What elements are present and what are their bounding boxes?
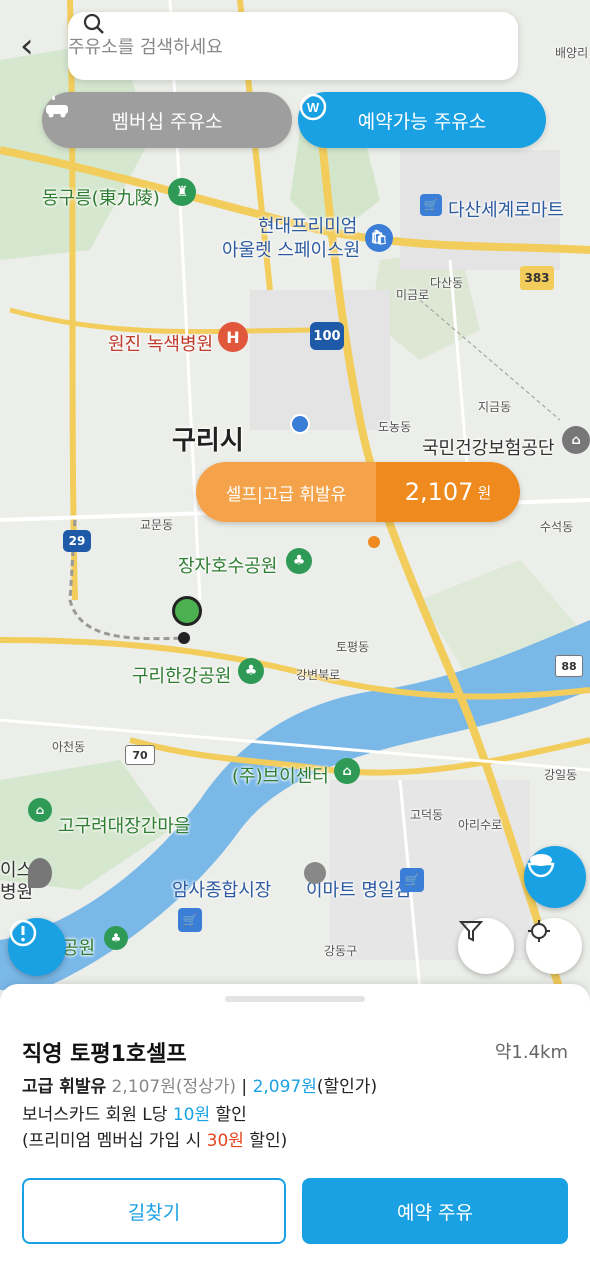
location-target-icon[interactable] xyxy=(526,918,582,974)
map-label-goguryeo: 고구려대장간마을 xyxy=(58,816,191,837)
map-label-godeok: 고덕동 xyxy=(410,808,444,822)
discount-price: 2,097원 xyxy=(252,1077,317,1097)
park-icon: ♣ xyxy=(286,548,312,574)
cart-icon: 🛒 xyxy=(420,194,442,216)
price-separator: | xyxy=(236,1077,253,1097)
price-bubble-fuel: 셀프|고급 휘발유 xyxy=(196,462,376,522)
reservation-icon: W xyxy=(299,93,327,121)
price-bubble[interactable]: 셀프|고급 휘발유 2,107 원 xyxy=(196,462,520,522)
map-label-nhis: 국민건강보험공단 xyxy=(422,438,555,459)
map-label-bcenter: (주)브이센터 xyxy=(232,766,329,787)
map-label-hyundai-1: 현대프리미엄 xyxy=(258,216,358,237)
map-label-dono: 도농동 xyxy=(378,420,412,434)
map-label-migeum: 미금로 xyxy=(396,288,430,302)
bonus-line: 보너스카드 회원 L당 10원 할인 xyxy=(22,1100,247,1125)
map-label-dasan-dong: 다산동 xyxy=(430,276,464,290)
bonus-suffix: 할인 xyxy=(210,1105,247,1125)
price-bubble-unit: 원 xyxy=(477,483,492,502)
end-marker xyxy=(178,632,190,644)
map-label-topyeong: 토평동 xyxy=(336,640,370,654)
building-icon: ⌂ xyxy=(562,426,590,454)
map-label-dasan-mart: 다산세계로마트 xyxy=(448,200,564,221)
park-icon-3: ♣ xyxy=(104,926,128,950)
map-pin-icon xyxy=(28,858,52,888)
premium-line: (프리미엄 멤버십 가입 시 30원 할인) xyxy=(22,1126,287,1151)
road-sign-70: 70 xyxy=(125,745,155,765)
map-view[interactable]: 383 100 29 70 88 동구릉(東九陵) ♜ 현대프리미엄 아울렛 스… xyxy=(0,0,590,990)
bonus-amount: 10원 xyxy=(172,1105,211,1125)
map-label-gyomun: 교문동 xyxy=(140,518,174,532)
map-label-donggureung: 동구릉(東九陵) xyxy=(42,188,160,209)
park-icon-2: ♣ xyxy=(238,658,264,684)
station-detail-sheet[interactable]: 직영 토평1호셀프 약1.4km 고급 휘발유 2,107원(정상가) | 2,… xyxy=(0,984,590,1280)
premium-prefix: (프리미엄 멤버십 가입 시 xyxy=(22,1131,207,1151)
filter-icon[interactable] xyxy=(458,918,514,974)
road-sign-29: 29 xyxy=(63,530,91,552)
map-label-hyundai-2: 아울렛 스페이스원 xyxy=(222,240,361,261)
map-label-baeyang: 배양리 xyxy=(555,46,589,60)
price-bubble-price: 2,107 원 xyxy=(376,462,520,522)
map-label-gangil: 강일동 xyxy=(544,768,578,782)
station-marker-dot[interactable] xyxy=(368,536,380,548)
regular-price: 2,107원(정상가) xyxy=(111,1077,237,1097)
shopping-icon: 🛍 xyxy=(365,224,393,252)
premium-amount: 30원 xyxy=(206,1131,244,1151)
fuel-type: 고급 휘발유 xyxy=(22,1077,107,1097)
station-name: 직영 토평1호셀프 xyxy=(22,1042,187,1067)
building-icon-2: ⌂ xyxy=(334,758,360,784)
map-label-sukseok: 수석동 xyxy=(540,520,574,534)
car-wash-icon xyxy=(46,95,68,118)
premium-suffix: 할인) xyxy=(243,1131,288,1151)
price-line: 고급 휘발유 2,107원(정상가) | 2,097원(할인가) xyxy=(22,1072,377,1097)
reserve-fuel-button[interactable]: 예약 주유 xyxy=(302,1178,568,1244)
member-chip-label: 멤버십 주유소 xyxy=(111,110,223,133)
map-label-jangja-park: 장자호수공원 xyxy=(178,556,278,577)
museum-icon: ⌂ xyxy=(28,798,52,822)
price-bubble-amount: 2,107 xyxy=(404,478,474,506)
road-sign-100: 100 xyxy=(310,322,344,350)
cart-icon-3: 🛒 xyxy=(178,908,202,932)
search-icon xyxy=(83,13,104,34)
map-label-guri-hangang-park: 구리한강공원 xyxy=(132,666,232,687)
road-sign-88: 88 xyxy=(555,655,583,677)
gray-station-marker[interactable] xyxy=(304,862,326,884)
bonus-prefix: 보너스카드 회원 L당 xyxy=(22,1105,173,1125)
map-label-icheon: 아천동 xyxy=(52,740,86,754)
sheet-handle[interactable] xyxy=(225,996,365,1002)
discount-suffix: (할인가) xyxy=(316,1077,378,1097)
map-label-guri-city: 구리시 xyxy=(172,426,244,456)
station-distance: 약1.4km xyxy=(494,1042,568,1063)
map-label-wonjin-hospital: 원진 녹색병원 xyxy=(108,334,214,355)
route-button[interactable]: 길찾기 xyxy=(22,1178,286,1244)
tree-icon: ♜ xyxy=(168,178,196,206)
alert-icon[interactable] xyxy=(8,918,66,976)
start-marker[interactable] xyxy=(172,596,202,626)
reservable-chip-label: 예약가능 주유소 xyxy=(357,110,487,133)
member-station-chip[interactable]: 멤버십 주유소 xyxy=(42,92,292,148)
map-label-jigeum: 지금동 xyxy=(478,400,512,414)
map-label-gangdong: 강동구 xyxy=(324,944,358,958)
back-arrow-icon[interactable]: ‹ xyxy=(20,26,50,66)
map-label-amsa-market: 암사종합시장 xyxy=(172,880,272,901)
map-label-park-partial: 공원 xyxy=(62,938,96,959)
reservable-station-chip[interactable]: W 예약가능 주유소 xyxy=(298,92,546,148)
search-input[interactable]: 주유소를 검색하세요 xyxy=(68,12,518,80)
hospital-icon: H xyxy=(218,322,248,352)
search-placeholder: 주유소를 검색하세요 xyxy=(68,37,223,58)
map-label-ariso: 아리수로 xyxy=(458,818,503,832)
food-bowl-icon[interactable] xyxy=(524,846,586,908)
svg-text:W: W xyxy=(307,100,320,115)
road-sign-383: 383 xyxy=(520,266,554,290)
current-location-dot xyxy=(290,414,310,434)
map-label-gangbyeon: 강변북로 xyxy=(296,668,341,682)
cart-icon-2: 🛒 xyxy=(400,868,424,892)
